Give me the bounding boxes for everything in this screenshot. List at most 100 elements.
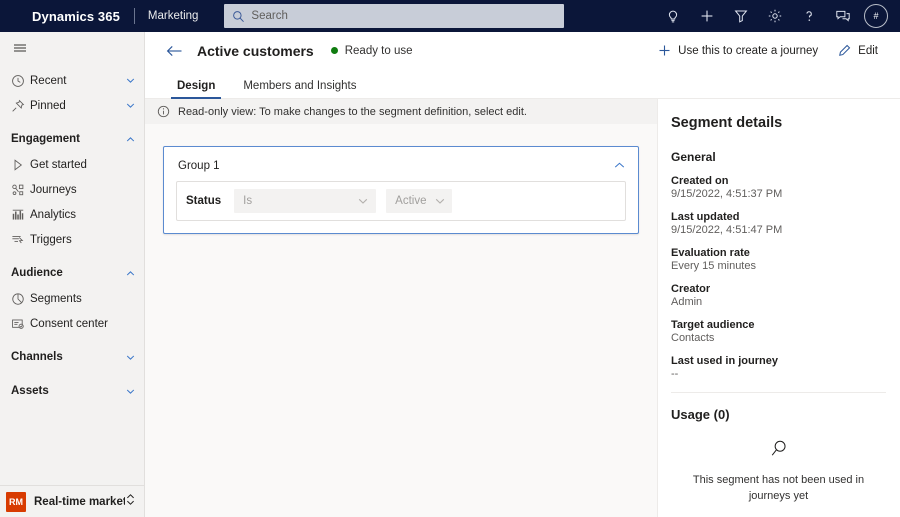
detail-field-target-audience: Target audience Contacts (671, 319, 886, 344)
avatar[interactable]: # (864, 4, 888, 28)
detail-label: Creator (671, 283, 711, 295)
tab-members-and-insights[interactable]: Members and Insights (235, 80, 364, 98)
sidebar-item-pinned[interactable]: Pinned (0, 93, 144, 118)
sidebar-item-segments[interactable]: Segments (0, 286, 144, 311)
sidebar-item-triggers[interactable]: Triggers (0, 227, 144, 252)
details-general-heading: General (671, 150, 716, 164)
segment-rule-row: Status Is Active (176, 181, 626, 221)
search-box[interactable] (224, 4, 565, 28)
app-body: Recent Pinned Engagement Get started Jou… (0, 32, 900, 517)
sidebar: Recent Pinned Engagement Get started Jou… (0, 32, 145, 517)
sidebar-item-consent-center[interactable]: Consent center (0, 311, 144, 336)
command-bar: Active customers Ready to use Use this t… (145, 32, 900, 69)
detail-label: Last updated (671, 211, 740, 223)
chevron-down-icon[interactable] (125, 386, 136, 397)
sidebar-item-get-started[interactable]: Get started (0, 152, 144, 177)
filter-icon[interactable] (724, 0, 758, 32)
top-action-icons: # (656, 0, 894, 32)
sidebar-group-label: Engagement (11, 133, 81, 145)
updown-chevron-icon[interactable] (125, 493, 136, 511)
play-triangle-icon (11, 158, 30, 172)
chevron-down-icon[interactable] (125, 352, 136, 363)
sidebar-item-recent[interactable]: Recent (0, 68, 144, 93)
segment-details-panel: Segment details General Created on 9/15/… (658, 99, 900, 517)
segments-pie-icon (11, 292, 30, 306)
usage-empty-state: This segment has not been used in journe… (671, 438, 886, 505)
sidebar-group-audience[interactable]: Audience (0, 260, 144, 286)
sidebar-item-journeys[interactable]: Journeys (0, 177, 144, 202)
chevron-up-icon[interactable] (613, 159, 626, 172)
rule-attribute-label: Status (186, 195, 222, 207)
sidebar-group-engagement[interactable]: Engagement (0, 126, 144, 152)
usage-heading: Usage (0) (671, 407, 730, 422)
feedback-chat-icon[interactable] (826, 0, 860, 32)
rule-value-value: Active (395, 195, 427, 207)
sidebar-item-analytics[interactable]: Analytics (0, 202, 144, 227)
info-circle-icon (157, 105, 170, 118)
rule-value-dropdown[interactable]: Active (386, 189, 453, 213)
detail-value: 9/15/2022, 4:51:37 PM (671, 188, 783, 200)
workspace-badge: RM (6, 491, 26, 512)
clock-icon (11, 74, 30, 88)
sidebar-item-label: Analytics (30, 208, 77, 221)
status-dot-icon (330, 47, 338, 54)
search-input[interactable] (251, 10, 557, 22)
button-label: Use this to create a journey (678, 44, 819, 57)
status-badge: Ready to use (330, 44, 413, 57)
button-label: Edit (858, 44, 878, 57)
content-split: Read-only view: To make changes to the s… (145, 99, 900, 517)
detail-value: Contacts (671, 332, 715, 344)
chevron-down-icon[interactable] (125, 75, 136, 86)
detail-label: Evaluation rate (671, 247, 750, 259)
command-bar-actions: Use this to create a journey Edit (650, 37, 886, 65)
chevron-up-icon[interactable] (125, 134, 136, 145)
ideas-lightbulb-icon[interactable] (656, 0, 690, 32)
search-icon (232, 10, 245, 23)
status-text: Ready to use (344, 44, 413, 57)
triggers-icon (11, 233, 30, 247)
detail-value: 9/15/2022, 4:51:47 PM (671, 224, 783, 236)
avatar-initials: # (873, 11, 879, 21)
segment-group-card[interactable]: Group 1 Status Is Active (163, 146, 639, 234)
detail-field-creator: Creator Admin (671, 283, 886, 308)
sidebar-group-assets[interactable]: Assets (0, 378, 144, 404)
chevron-up-icon[interactable] (125, 268, 136, 279)
tab-design[interactable]: Design (169, 80, 223, 99)
edit-button[interactable]: Edit (830, 37, 886, 65)
app-name-label: Marketing (147, 10, 199, 22)
sidebar-item-label: Pinned (30, 99, 66, 112)
consent-center-icon (11, 317, 30, 331)
pencil-edit-icon (838, 44, 851, 57)
journeys-icon (11, 183, 30, 197)
sidebar-item-label: Segments (30, 292, 82, 305)
chevron-down-icon[interactable] (125, 100, 136, 111)
hamburger-menu-icon[interactable] (0, 32, 144, 64)
global-search (224, 4, 565, 28)
detail-field-evaluation-rate: Evaluation rate Every 15 minutes (671, 247, 886, 272)
workspace-switcher[interactable]: RM Real-time marketi... (0, 485, 144, 517)
detail-label: Last used in journey (671, 355, 778, 367)
settings-gear-icon[interactable] (758, 0, 792, 32)
canvas-column: Read-only view: To make changes to the s… (145, 99, 658, 517)
rule-operator-dropdown[interactable]: Is (234, 189, 377, 213)
detail-field-last-updated: Last updated 9/15/2022, 4:51:47 PM (671, 211, 886, 236)
details-divider (671, 392, 886, 393)
detail-field-created-on: Created on 9/15/2022, 4:51:37 PM (671, 175, 886, 200)
sidebar-item-label: Recent (30, 74, 67, 87)
sidebar-group-channels[interactable]: Channels (0, 344, 144, 370)
back-arrow-icon[interactable] (161, 38, 187, 64)
quick-create-plus-icon[interactable] (690, 0, 724, 32)
use-this-to-create-a-journey-button[interactable]: Use this to create a journey (650, 37, 826, 65)
rule-operator-value: Is (243, 195, 253, 207)
detail-value: Every 15 minutes (671, 260, 756, 272)
detail-label: Created on (671, 175, 729, 187)
help-question-icon[interactable] (792, 0, 826, 32)
sidebar-items: Recent Pinned Engagement Get started Jou… (0, 64, 144, 485)
magnifier-icon (679, 438, 878, 460)
workspace-label: Real-time marketi... (34, 495, 125, 508)
pin-icon (11, 99, 30, 113)
sidebar-item-label: Get started (30, 158, 87, 171)
brand-title: Dynamics 365 (32, 8, 120, 24)
sidebar-item-label: Triggers (30, 233, 72, 246)
